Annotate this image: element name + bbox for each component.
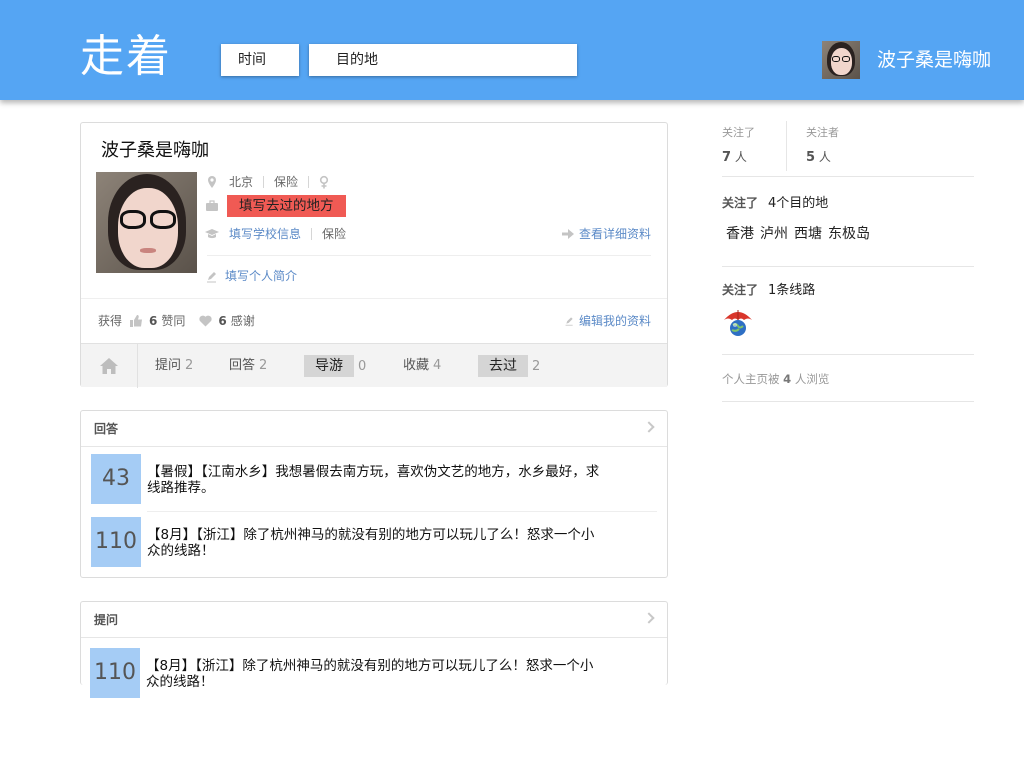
fill-bio-link[interactable]: 填写个人简介 [225, 266, 297, 286]
city-text: 北京 [229, 175, 254, 189]
view-details-link[interactable]: 查看详细资料 [561, 224, 651, 244]
fill-school-link[interactable]: 填写学校信息 [229, 224, 301, 244]
tab-home[interactable] [81, 343, 138, 388]
female-icon [317, 175, 331, 189]
destination-tag[interactable]: 泸州 [760, 224, 788, 244]
questions-header: 提问 [81, 602, 667, 638]
tab-answers-count: 2 [259, 358, 268, 373]
pencil-icon [565, 317, 573, 326]
thanks-label: 感谢 [230, 314, 255, 328]
follow-route-label: 关注了 [722, 283, 759, 297]
tab-favorites[interactable]: 收藏 4 [403, 355, 441, 377]
follow-dest-label: 关注了 [722, 196, 759, 210]
tab-visited[interactable]: 去过 2 [478, 355, 540, 377]
industry-text: 保险 [274, 175, 299, 189]
questions-title: 提问 [94, 613, 119, 627]
fill-visited-places-button[interactable]: 填写去过的地方 [227, 195, 346, 217]
thumbs-up-icon [130, 315, 143, 327]
destination-tag[interactable]: 香港 [726, 224, 754, 244]
edit-profile-label: 编辑我的资料 [578, 314, 651, 328]
views-count: 4 [783, 372, 792, 386]
tab-guide[interactable]: 导游 0 [304, 355, 366, 377]
views-suffix: 人浏览 [794, 372, 830, 386]
school-row: 填写学校信息 保险 [205, 224, 346, 244]
pencil-icon [205, 269, 219, 283]
answer-item[interactable]: 43 【暑假】【江南水乡】我想暑假去南方玩，喜欢伪文艺的地方，水乡最好，求线路推… [91, 454, 656, 504]
question-item[interactable]: 110 【8月】【浙江】除了杭州神马的就没有别的地方可以玩儿了么！怒求一个小众的… [90, 648, 655, 698]
destination-tag[interactable]: 东极岛 [828, 224, 870, 244]
followed-destinations-heading: 关注了 4个目的地 [722, 194, 828, 213]
vote-count: 110 [90, 648, 140, 698]
chevron-right-icon[interactable] [643, 612, 655, 624]
tab-guide-label: 导游 [304, 355, 354, 377]
umbrella-globe-icon[interactable] [722, 306, 754, 338]
tab-answers[interactable]: 回答 2 [229, 355, 267, 377]
places-row: 填写去过的地方 [205, 195, 346, 217]
answers-title: 回答 [94, 422, 119, 436]
home-icon [100, 357, 118, 374]
people-unit: 人 [818, 150, 831, 164]
location-row: 北京 保险 [205, 172, 341, 192]
bio-row: 填写个人简介 [205, 266, 297, 286]
answer-item[interactable]: 110 【8月】【浙江】除了杭州神马的就没有别的地方可以玩儿了么！怒求一个小众的… [91, 517, 656, 567]
followers-label: 关注者 [806, 126, 839, 139]
school-industry-text: 保险 [322, 227, 347, 241]
graduation-cap-icon [205, 227, 219, 241]
profile-views: 个人主页被 4 人浏览 [722, 371, 829, 387]
answer-item-title[interactable]: 【暑假】【江南水乡】我想暑假去南方玩，喜欢伪文艺的地方，水乡最好，求线路推荐。 [147, 464, 607, 496]
tab-guide-count: 0 [358, 359, 367, 374]
destination-tag[interactable]: 西塘 [794, 224, 822, 244]
arrow-right-icon [561, 229, 574, 239]
tab-favorites-count: 4 [433, 358, 442, 373]
destination-search-input[interactable] [309, 44, 577, 76]
following-label: 关注了 [722, 126, 755, 139]
follow-dest-text[interactable]: 4个目的地 [768, 196, 828, 211]
likes-count: 6 [149, 314, 158, 328]
follow-route-text[interactable]: 1条线路 [768, 283, 815, 298]
top-header: 走着 时间 波子桑是嗨咖 [0, 0, 1024, 100]
tab-questions-count: 2 [185, 358, 194, 373]
following-count: 7 [722, 150, 732, 165]
time-filter-button[interactable]: 时间 [221, 44, 299, 76]
followers-stat[interactable]: 5 人 [806, 149, 831, 166]
view-details-label: 查看详细资料 [578, 227, 651, 241]
header-avatar[interactable] [822, 41, 860, 79]
profile-photo [96, 172, 197, 273]
followers-count: 5 [806, 150, 816, 165]
thanks-count: 6 [218, 314, 227, 328]
question-item-title[interactable]: 【8月】【浙江】除了杭州神马的就没有别的地方可以玩儿了么！怒求一个小众的线路！ [146, 658, 606, 690]
stats-prefix: 获得 [98, 314, 123, 328]
stats-row: 获得 6 赞同 6 感谢 [98, 311, 255, 331]
people-unit: 人 [734, 150, 747, 164]
tab-questions-label: 提问 [155, 358, 182, 373]
location-pin-icon [205, 175, 219, 189]
destination-tags: 香港 泸州 西塘 东极岛 [726, 224, 870, 244]
tab-visited-label: 去过 [478, 355, 528, 377]
heart-icon [199, 315, 213, 327]
profile-tab-bar: 提问 2 回答 2 导游 0 收藏 4 去过 2 [81, 343, 667, 388]
header-user-name[interactable]: 波子桑是嗨咖 [877, 47, 991, 73]
likes-label: 赞同 [161, 314, 186, 328]
answers-card: 回答 43 【暑假】【江南水乡】我想暑假去南方玩，喜欢伪文艺的地方，水乡最好，求… [80, 410, 668, 578]
edit-profile-link[interactable]: 编辑我的资料 [564, 311, 651, 331]
tab-answers-label: 回答 [229, 358, 256, 373]
answer-item-title[interactable]: 【8月】【浙江】除了杭州神马的就没有别的地方可以玩儿了么！怒求一个小众的线路！ [147, 527, 607, 559]
tab-visited-count: 2 [532, 359, 541, 374]
followed-routes-heading: 关注了 1条线路 [722, 281, 815, 300]
tab-favorites-label: 收藏 [403, 358, 430, 373]
vote-count: 43 [91, 454, 141, 504]
site-logo[interactable]: 走着 [80, 30, 172, 84]
following-stat[interactable]: 7 人 [722, 149, 747, 166]
chevron-right-icon[interactable] [643, 421, 655, 433]
profile-card: 波子桑是嗨咖 北京 保险 填写去过的地方 填写学校信息 保险 查看详细资料 填写… [80, 122, 668, 388]
vote-count: 110 [91, 517, 141, 567]
tab-questions[interactable]: 提问 2 [155, 355, 193, 377]
views-prefix: 个人主页被 [722, 372, 780, 386]
briefcase-icon [205, 199, 219, 213]
profile-name: 波子桑是嗨咖 [101, 140, 209, 161]
answers-header: 回答 [81, 411, 667, 447]
